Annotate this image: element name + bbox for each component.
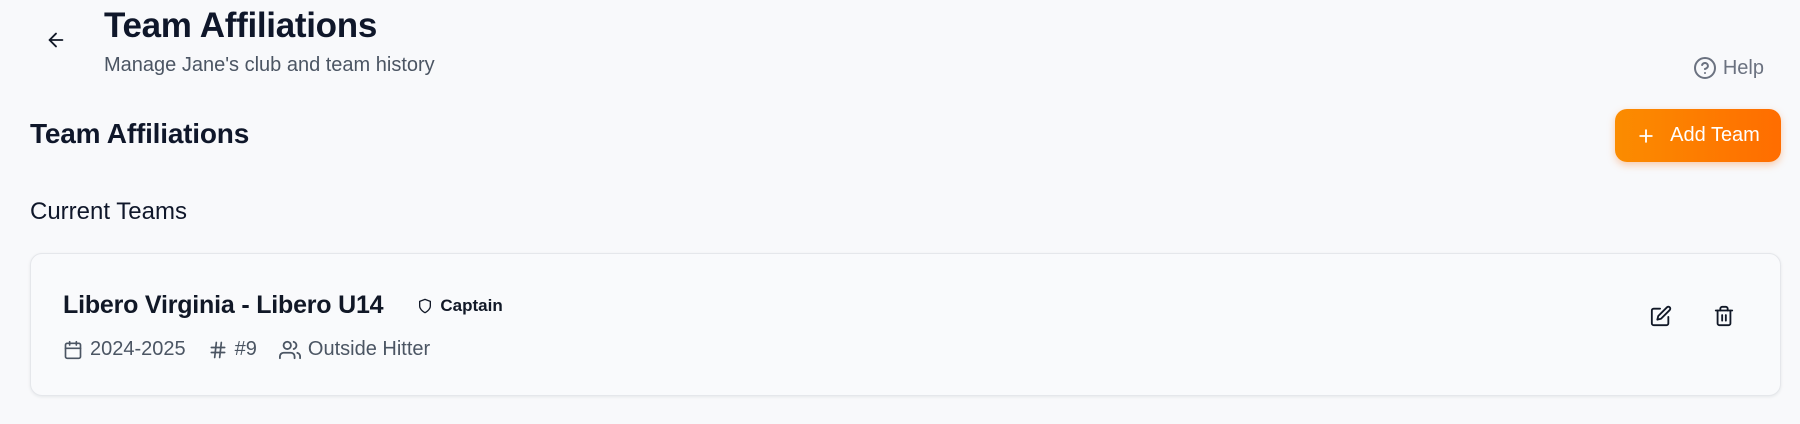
edit-icon bbox=[1650, 305, 1672, 327]
season-meta: 2024-2025 bbox=[63, 338, 186, 361]
position-meta: Outside Hitter bbox=[278, 338, 431, 361]
help-link[interactable]: Help bbox=[1693, 56, 1764, 80]
users-icon bbox=[278, 339, 301, 361]
team-card: Libero Virginia - Libero U14 Captain 202… bbox=[30, 253, 1781, 396]
section-title: Team Affiliations bbox=[30, 118, 250, 149]
help-circle-icon bbox=[1693, 56, 1717, 80]
position-value: Outside Hitter bbox=[307, 338, 431, 360]
role-label: Captain bbox=[440, 295, 503, 315]
page-title: Team Affiliations bbox=[104, 6, 377, 45]
arrow-left-icon bbox=[45, 29, 67, 51]
page-header: Team Affiliations Manage Jane's club and… bbox=[104, 6, 435, 77]
team-meta-row: 2024-2025 #9 Outside Hitter bbox=[63, 338, 452, 361]
add-team-button[interactable]: Add Team bbox=[1615, 109, 1781, 162]
calendar-icon bbox=[63, 340, 83, 360]
edit-team-button[interactable] bbox=[1643, 298, 1679, 334]
jersey-value: #9 bbox=[234, 338, 257, 360]
trash-icon bbox=[1713, 305, 1735, 327]
hash-icon bbox=[208, 340, 228, 360]
page-subtitle: Manage Jane's club and team history bbox=[104, 54, 435, 76]
current-teams-title: Current Teams bbox=[30, 198, 187, 225]
add-team-label: Add Team bbox=[1670, 124, 1760, 146]
plus-icon bbox=[1636, 126, 1656, 146]
jersey-meta: #9 bbox=[208, 338, 257, 361]
role-badge: Captain bbox=[417, 295, 503, 316]
team-name-row: Libero Virginia - Libero U14 Captain bbox=[63, 291, 503, 320]
team-name: Libero Virginia - Libero U14 bbox=[63, 291, 384, 319]
delete-team-button[interactable] bbox=[1706, 298, 1742, 334]
season-value: 2024-2025 bbox=[90, 338, 186, 360]
card-actions bbox=[1643, 298, 1742, 334]
team-affiliations-page: Team Affiliations Manage Jane's club and… bbox=[0, 0, 1800, 424]
shield-icon bbox=[417, 298, 433, 314]
help-label: Help bbox=[1722, 56, 1764, 79]
back-button[interactable] bbox=[38, 22, 74, 58]
